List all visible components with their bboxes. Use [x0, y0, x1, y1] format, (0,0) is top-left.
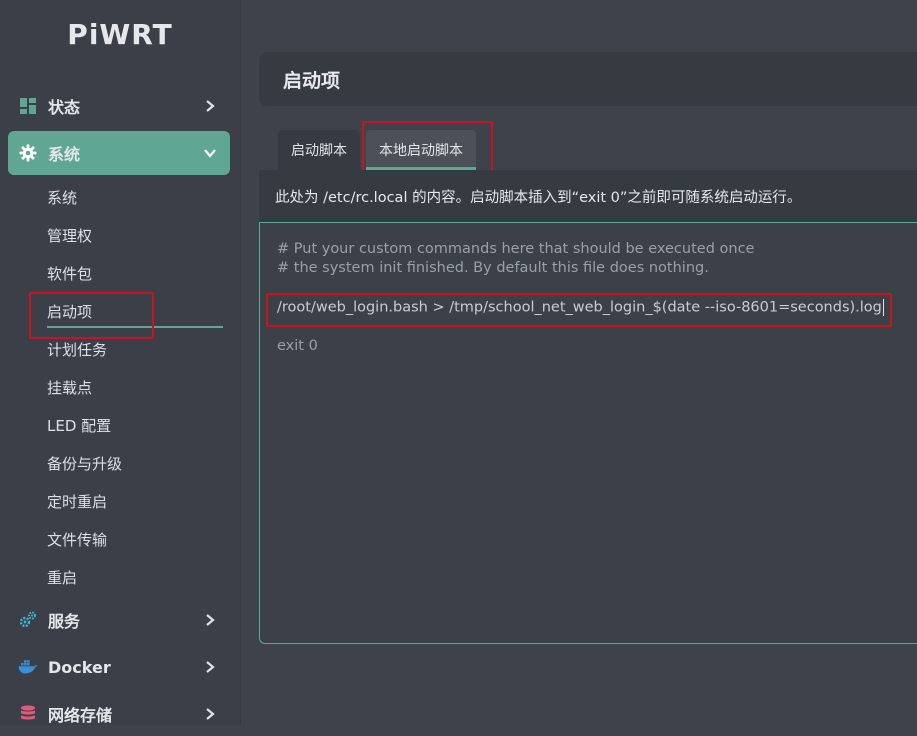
brand-logo: PiWRT — [67, 18, 173, 51]
submenu-reboot[interactable]: 重启 — [47, 567, 77, 588]
code-line-comment-1: # Put your custom commands here that sho… — [277, 241, 755, 257]
tab-startup-scripts-label: 启动脚本 — [291, 143, 347, 159]
docker-icon — [18, 657, 38, 677]
sidebar: PiWRT 状态 系统 系统 管理权 软件包 启动项 计划任务 挂载点 LED … — [0, 0, 241, 725]
nav-status[interactable]: 状态 — [8, 84, 230, 128]
nav-system-label: 系统 — [48, 145, 81, 164]
rc-local-editor[interactable]: # Put your custom commands here that sho… — [259, 222, 917, 644]
code-line-command-text: /root/web_login.bash > /tmp/school_net_w… — [277, 299, 882, 316]
chevron-right-icon — [200, 96, 220, 116]
chevron-right-icon — [200, 704, 220, 724]
chevron-right-icon — [200, 610, 220, 630]
database-icon — [18, 704, 38, 724]
submenu-scheduled-tasks[interactable]: 计划任务 — [47, 339, 107, 360]
submenu-system[interactable]: 系统 — [47, 187, 77, 208]
page-header: 启动项 — [259, 52, 917, 106]
nav-services-label: 服务 — [48, 612, 81, 631]
code-line-exit: exit 0 — [277, 338, 318, 354]
submenu-scheduled-reboot[interactable]: 定时重启 — [47, 491, 107, 512]
nav-system[interactable]: 系统 — [8, 131, 230, 175]
chevron-right-icon — [200, 657, 220, 677]
code-line-command: /root/web_login.bash > /tmp/school_net_w… — [277, 299, 884, 316]
submenu-mount-points[interactable]: 挂载点 — [47, 377, 92, 398]
code-line-comment-2: # the system init finished. By default t… — [277, 260, 709, 276]
tab-startup-scripts[interactable]: 启动脚本 — [278, 130, 360, 170]
submenu-startup[interactable]: 启动项 — [47, 301, 92, 322]
submenu-backup-upgrade[interactable]: 备份与升级 — [47, 453, 122, 474]
nav-docker[interactable]: Docker — [8, 645, 230, 689]
description-text: 此处为 /etc/rc.local 的内容。启动脚本插入到“exit 0”之前即… — [275, 189, 802, 206]
page-title: 启动项 — [283, 69, 341, 92]
submenu-packages[interactable]: 软件包 — [47, 263, 92, 284]
submenu-led-config[interactable]: LED 配置 — [47, 415, 111, 436]
nav-status-label: 状态 — [48, 98, 81, 117]
tab-local-startup-label: 本地启动脚本 — [379, 143, 463, 159]
submenu-file-transfer[interactable]: 文件传输 — [47, 529, 107, 550]
cogs-icon — [18, 610, 38, 630]
chevron-down-icon — [200, 143, 220, 163]
gear-icon — [18, 143, 38, 163]
text-caret — [882, 299, 884, 316]
dashboard-icon — [18, 96, 38, 116]
nav-network-storage[interactable]: 网络存储 — [8, 692, 230, 736]
nav-services[interactable]: 服务 — [8, 598, 230, 642]
active-submenu-indicator — [47, 326, 223, 328]
submenu-admin[interactable]: 管理权 — [47, 225, 92, 246]
nav-network-storage-label: 网络存储 — [48, 706, 113, 725]
nav-docker-label: Docker — [48, 657, 111, 677]
tab-local-startup[interactable]: 本地启动脚本 — [366, 130, 476, 170]
description-bar: 此处为 /etc/rc.local 的内容。启动脚本插入到“exit 0”之前即… — [259, 170, 917, 222]
